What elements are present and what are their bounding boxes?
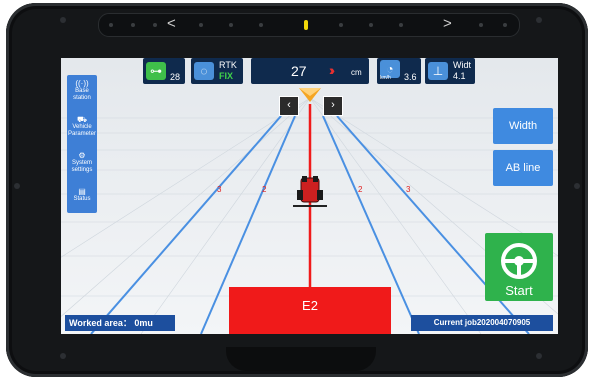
bezel-screw (536, 353, 542, 359)
status-bar: ⊶ 28 ◌ RTK FIX 27 ››› cm ◔ km/h 3.6 ⊥ Wi… (61, 58, 558, 86)
screen: 3 2 2 3 ⊶ 28 ◌ RTK FIX 27 ››› cm ◔ km/h (61, 58, 558, 334)
menu-item-status[interactable]: ▤ Status (67, 187, 97, 203)
start-button[interactable]: Start (485, 233, 553, 301)
speed-value: 3.6 (404, 72, 417, 82)
rtk-fix-status: FIX (219, 71, 234, 81)
worked-area-display: Worked area： 0mu (65, 315, 175, 331)
status-led (304, 20, 308, 30)
current-job-display: Current job202004070905 (411, 315, 553, 331)
menu-item-label: Status (73, 196, 91, 202)
strip-dot (479, 23, 483, 27)
base-station-icon: ((·)) (75, 79, 89, 88)
bezel-screw (574, 183, 580, 189)
line-number-label: 3 (217, 185, 222, 194)
ab-line-button[interactable]: AB line (493, 150, 553, 186)
implement-icon: ⊥ (428, 62, 448, 80)
strip-right-arrow-icon[interactable]: > (443, 15, 452, 33)
bezel-screw (60, 353, 66, 359)
bezel-screw (60, 17, 66, 23)
implement-width-display[interactable]: ⊥ Widt 4.1 (425, 58, 475, 84)
speed-display: ◔ km/h 3.6 (377, 58, 421, 84)
width-label: Widt (453, 60, 471, 70)
strip-dot (259, 23, 263, 27)
satellite-status[interactable]: ⊶ 28 (143, 58, 185, 84)
left-menu: ((·)) Base station ⛟ Vehicle Parameter ⚙… (67, 75, 97, 213)
line-number-label: 2 (262, 185, 267, 194)
rtk-antenna-icon: ◌ (194, 62, 214, 80)
strip-dot (369, 23, 373, 27)
settings-icon: ⚙ (78, 151, 86, 160)
menu-item-label: Vehicle Parameter (67, 124, 96, 137)
strip-dot (229, 23, 233, 27)
strip-dot (153, 23, 157, 27)
tablet-frame: < > 3 2 2 3 ⊶ 28 ◌ RTK FIX 27 ››› cm ◔ k… (6, 3, 588, 377)
bezel-screw (536, 17, 542, 23)
strip-dot (131, 23, 135, 27)
width-value: 4.1 (453, 71, 466, 81)
speed-unit: km/h (380, 75, 391, 81)
current-line-banner: E2 (229, 287, 391, 334)
steer-direction-icon: ››› (329, 62, 335, 78)
strip-dot (399, 23, 403, 27)
strip-dot (339, 23, 343, 27)
rtk-status[interactable]: ◌ RTK FIX (191, 58, 243, 84)
rtk-label: RTK (219, 60, 237, 70)
offset-unit: cm (351, 68, 362, 77)
hardware-strip: < > (98, 13, 520, 37)
menu-item-vehicle-parameter[interactable]: ⛟ Vehicle Parameter (67, 115, 97, 138)
menu-item-label: Base station (73, 88, 91, 101)
menu-item-base-station[interactable]: ((·)) Base station (67, 79, 97, 102)
vehicle-icon: ⛟ (76, 115, 88, 124)
bezel-chin (226, 347, 376, 371)
status-icon: ▤ (78, 187, 86, 196)
width-button[interactable]: Width (493, 108, 553, 144)
strip-dot (199, 23, 203, 27)
line-number-label: 2 (358, 185, 363, 194)
strip-dot (109, 23, 113, 27)
next-line-button[interactable]: › (323, 96, 343, 116)
strip-dot (503, 23, 507, 27)
bezel-screw (14, 183, 20, 189)
satellite-icon: ⊶ (146, 62, 166, 80)
start-label: Start (505, 283, 533, 298)
menu-item-system-settings[interactable]: ⚙ System settings (67, 151, 97, 174)
strip-left-arrow-icon[interactable]: < (167, 15, 176, 33)
satellite-count: 28 (170, 72, 181, 82)
menu-item-label: System settings (71, 160, 93, 173)
prev-line-button[interactable]: ‹ (279, 96, 299, 116)
line-number-label: 3 (406, 185, 411, 194)
offset-value: 27 (291, 63, 307, 79)
cross-track-offset: 27 ››› cm (251, 58, 369, 84)
